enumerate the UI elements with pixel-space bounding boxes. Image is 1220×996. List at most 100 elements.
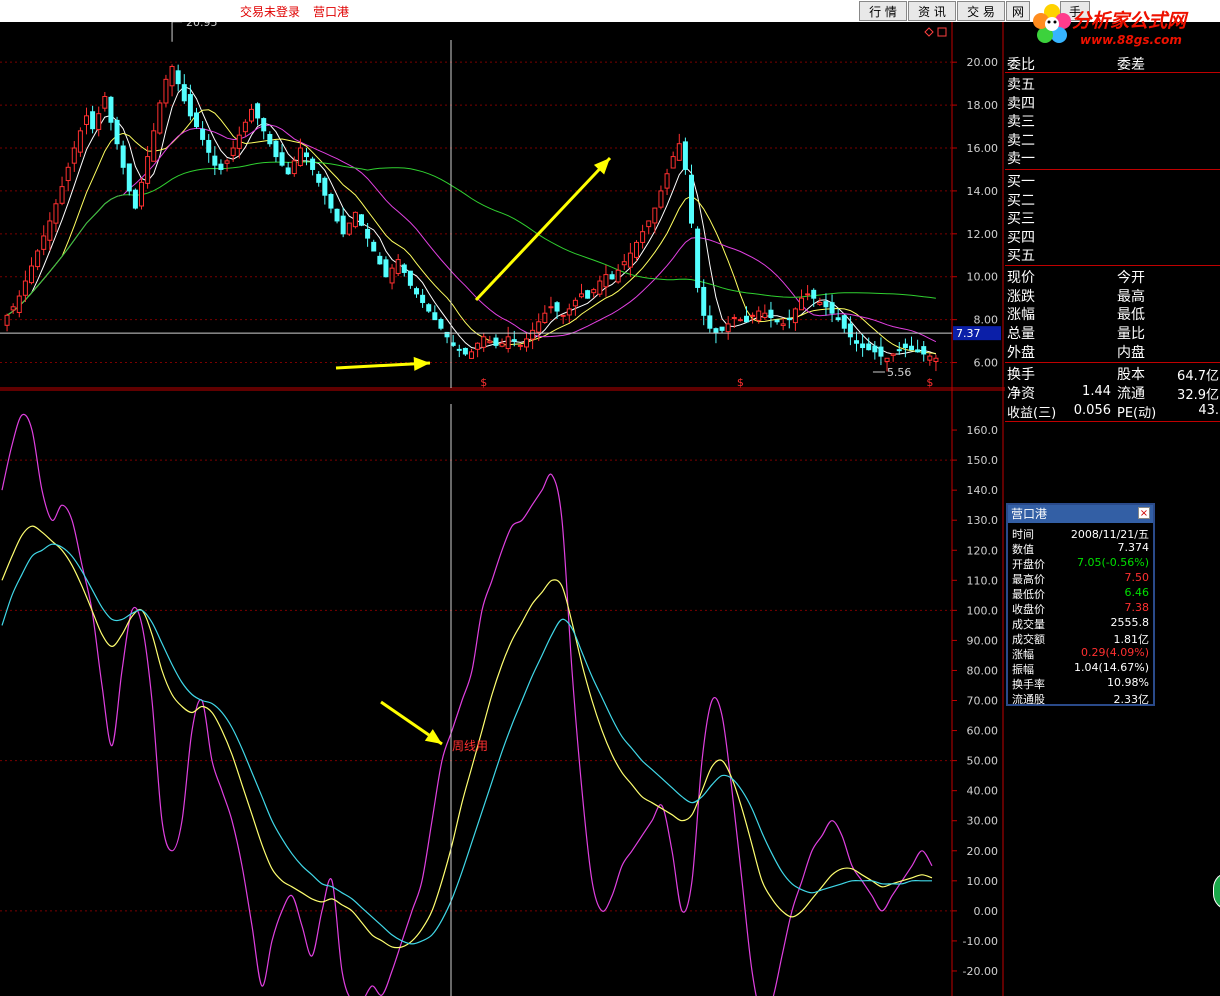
tooltip-row-label: 数值 [1012, 543, 1034, 556]
candle-body [401, 264, 407, 273]
osc-tick-label: 160.0 [967, 424, 999, 437]
candle-body [456, 348, 462, 351]
candle-body [511, 339, 517, 342]
candle-body [181, 84, 187, 102]
osc-tick-label: 150.0 [967, 454, 999, 467]
candle-body [475, 342, 481, 350]
osc-tick-label: 0.00 [974, 905, 999, 918]
osc-tick-label: 60.00 [967, 725, 999, 738]
event-marker: $ [926, 376, 933, 389]
candle-body [719, 326, 725, 331]
chart-area[interactable]: 20.00 18.00 16.00 14.00 12.00 10.00 8.00 6.00 7.… [0, 22, 1005, 996]
candle-body [493, 337, 499, 346]
candle-body [786, 317, 792, 321]
candle-body [389, 267, 395, 284]
share-value: 64.7亿 [1177, 369, 1219, 384]
arrow-icon [474, 156, 612, 302]
candle-body [615, 269, 621, 283]
sell-4-label: 卖四 [1007, 96, 1035, 112]
osc-tick-label: 40.00 [967, 785, 999, 798]
candle-body [847, 323, 853, 338]
osc-tick-label: 120.0 [967, 544, 999, 557]
weicha-label: 委差 [1117, 57, 1145, 73]
candle-body [102, 96, 108, 109]
candle-body [334, 208, 340, 222]
close-icon[interactable]: × [1138, 507, 1150, 519]
candle-body [316, 173, 322, 183]
candle-body [359, 214, 364, 226]
candle-body [646, 220, 652, 228]
tooltip-row-label: 换手率 [1012, 678, 1045, 691]
tooltip-row-value: 2.33亿 [1113, 693, 1150, 706]
candle-body [450, 342, 456, 346]
oscillator-panel[interactable]: 160.0 150.0 140.0 130.0 120.0 110.0 100.0 90.00… [0, 404, 998, 996]
event-marker: $ [480, 376, 487, 389]
current-price-tag: 7.37 [956, 327, 981, 340]
candle-body [29, 265, 34, 284]
pe-label: PE(动) [1117, 406, 1157, 421]
price-tick-label: 14.00 [967, 185, 999, 198]
candle-body [267, 133, 273, 145]
candle-body [603, 274, 609, 288]
netasset-label: 净资 [1007, 386, 1035, 402]
tooltip-row-value: 10.98% [1107, 676, 1149, 689]
price-tick-label: 20.00 [967, 56, 999, 69]
tooltip-title[interactable]: 营口港 [1008, 505, 1153, 523]
tab-market[interactable]: 行 情 [859, 1, 907, 21]
candle-body [750, 314, 756, 317]
candle-body [291, 160, 297, 175]
tooltip-row-value: 1.81亿 [1113, 633, 1150, 646]
candle-body [621, 261, 627, 266]
sell-5-label: 卖五 [1007, 77, 1035, 93]
tab-news[interactable]: 资 讯 [908, 1, 956, 21]
data-tooltip-window[interactable]: 营口港 × 时间 2008/11/21/五 数值 7.374 开盘价 7.05(-0.56… [1006, 503, 1155, 706]
candle-body [230, 147, 236, 156]
candle-body [365, 228, 371, 239]
candle-body [664, 173, 670, 189]
candle-body [120, 145, 126, 168]
candle-body [634, 241, 639, 258]
tab-trade[interactable]: 交 易 [957, 1, 1005, 21]
candle-body [707, 315, 713, 329]
vol-ratio-label: 量比 [1117, 326, 1145, 342]
candle-body [640, 231, 646, 243]
change-label: 涨跌 [1007, 289, 1035, 305]
low-label: 最低 [1117, 307, 1145, 323]
candle-body [206, 139, 212, 153]
candle-body [346, 222, 352, 235]
high-marker [171, 22, 183, 42]
candle-body [10, 306, 16, 311]
tab-web[interactable]: 网 [1006, 1, 1030, 21]
price-chart-panel[interactable]: 20.00 18.00 16.00 14.00 12.00 10.00 8.00 6.00 7.… [0, 22, 1005, 996]
osc-tick-label: 90.00 [967, 634, 999, 647]
candle-body [304, 152, 309, 158]
tooltip-row-label: 开盘价 [1012, 558, 1045, 571]
candle-body [285, 167, 291, 175]
candle-body [47, 220, 53, 241]
candle-body [114, 119, 120, 145]
candle-body [878, 346, 884, 357]
candle-body [713, 328, 719, 334]
low-annotation: 5.56 [887, 366, 912, 379]
osc-tick-label: 10.00 [967, 875, 999, 888]
candle-body [921, 346, 927, 355]
candle-body [744, 315, 749, 323]
tooltip-row-value: 6.46 [1124, 586, 1150, 599]
candle-body [377, 255, 383, 265]
sell-3-label: 卖三 [1007, 114, 1035, 130]
candle-body [328, 194, 334, 209]
osc-tick-label: -20.00 [963, 965, 998, 978]
candle-body [487, 340, 493, 344]
candle-body [817, 301, 823, 305]
change-pct-label: 涨幅 [1007, 307, 1035, 323]
candle-body [71, 147, 77, 164]
osc-tick-label: 100.0 [967, 604, 999, 617]
candle-body [84, 115, 89, 125]
candle-body [169, 65, 175, 87]
login-status[interactable]: 交易未登录 [240, 3, 300, 20]
candle-body [658, 190, 664, 208]
candle-body [548, 306, 554, 309]
candle-body [695, 228, 701, 288]
candle-body [823, 301, 829, 308]
candle-body [872, 345, 878, 353]
